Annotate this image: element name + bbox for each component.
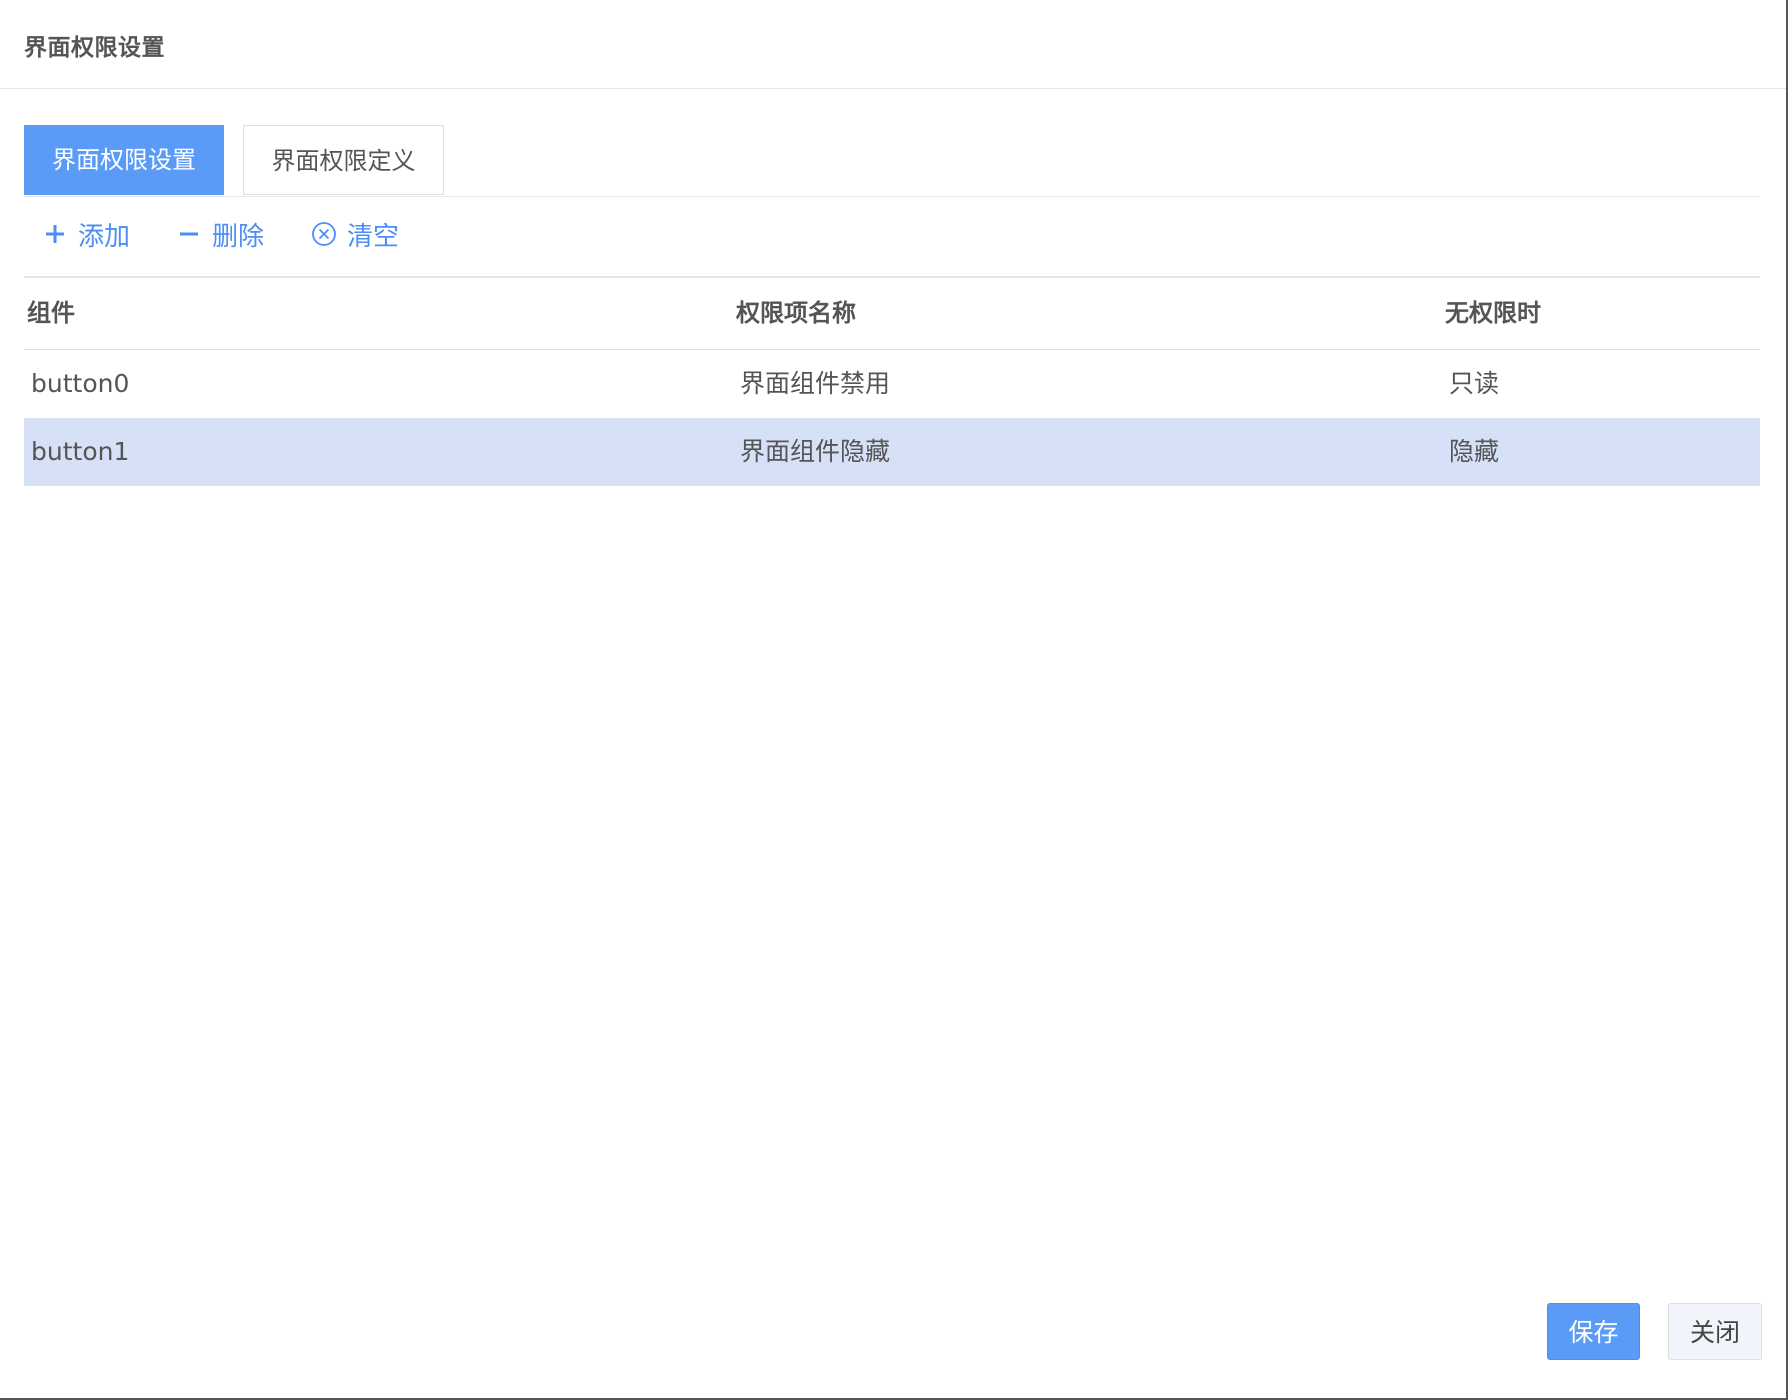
cell-permission-name: 界面组件隐藏 (740, 437, 891, 466)
save-button[interactable]: 保存 (1547, 1303, 1640, 1360)
circle-x-icon (311, 221, 337, 247)
column-header-permission-name[interactable]: 权限项名称 (736, 278, 856, 349)
table-header: 组件 权限项名称 无权限时 (24, 278, 1760, 350)
table-row[interactable]: button0 界面组件禁用 只读 (24, 350, 1760, 418)
column-header-no-permission[interactable]: 无权限时 (1445, 278, 1541, 349)
table-row[interactable]: button1 界面组件隐藏 隐藏 (24, 418, 1760, 486)
close-button[interactable]: 关闭 (1668, 1303, 1762, 1360)
dialog-header: 界面权限设置 (0, 0, 1786, 89)
minus-icon (176, 221, 202, 247)
plus-icon (42, 221, 68, 247)
delete-label: 删除 (212, 221, 265, 252)
tab-permission-settings[interactable]: 界面权限设置 (24, 125, 224, 195)
dialog-title: 界面权限设置 (24, 35, 165, 61)
permission-table: 组件 权限项名称 无权限时 button0 界面组件禁用 只读 button1 … (24, 278, 1760, 486)
delete-button[interactable]: 删除 (176, 214, 264, 254)
add-button[interactable]: 添加 (42, 214, 130, 254)
cell-no-permission: 只读 (1449, 369, 1500, 398)
tab-permission-definition[interactable]: 界面权限定义 (243, 125, 444, 195)
clear-label: 清空 (347, 221, 400, 252)
cell-permission-name: 界面组件禁用 (740, 369, 891, 398)
cell-component: button1 (31, 437, 130, 466)
toolbar: 添加 删除 清空 (24, 196, 1760, 278)
add-label: 添加 (78, 221, 131, 252)
tab-bar: 界面权限设置 界面权限定义 (24, 125, 1760, 197)
cell-no-permission: 隐藏 (1449, 437, 1500, 466)
cell-component: button0 (31, 369, 130, 398)
column-header-component[interactable]: 组件 (27, 278, 75, 349)
permission-dialog: 界面权限设置 界面权限设置 界面权限定义 添加 删除 清空 组件 权限项名称 无… (0, 0, 1788, 1400)
clear-button[interactable]: 清空 (311, 214, 399, 254)
